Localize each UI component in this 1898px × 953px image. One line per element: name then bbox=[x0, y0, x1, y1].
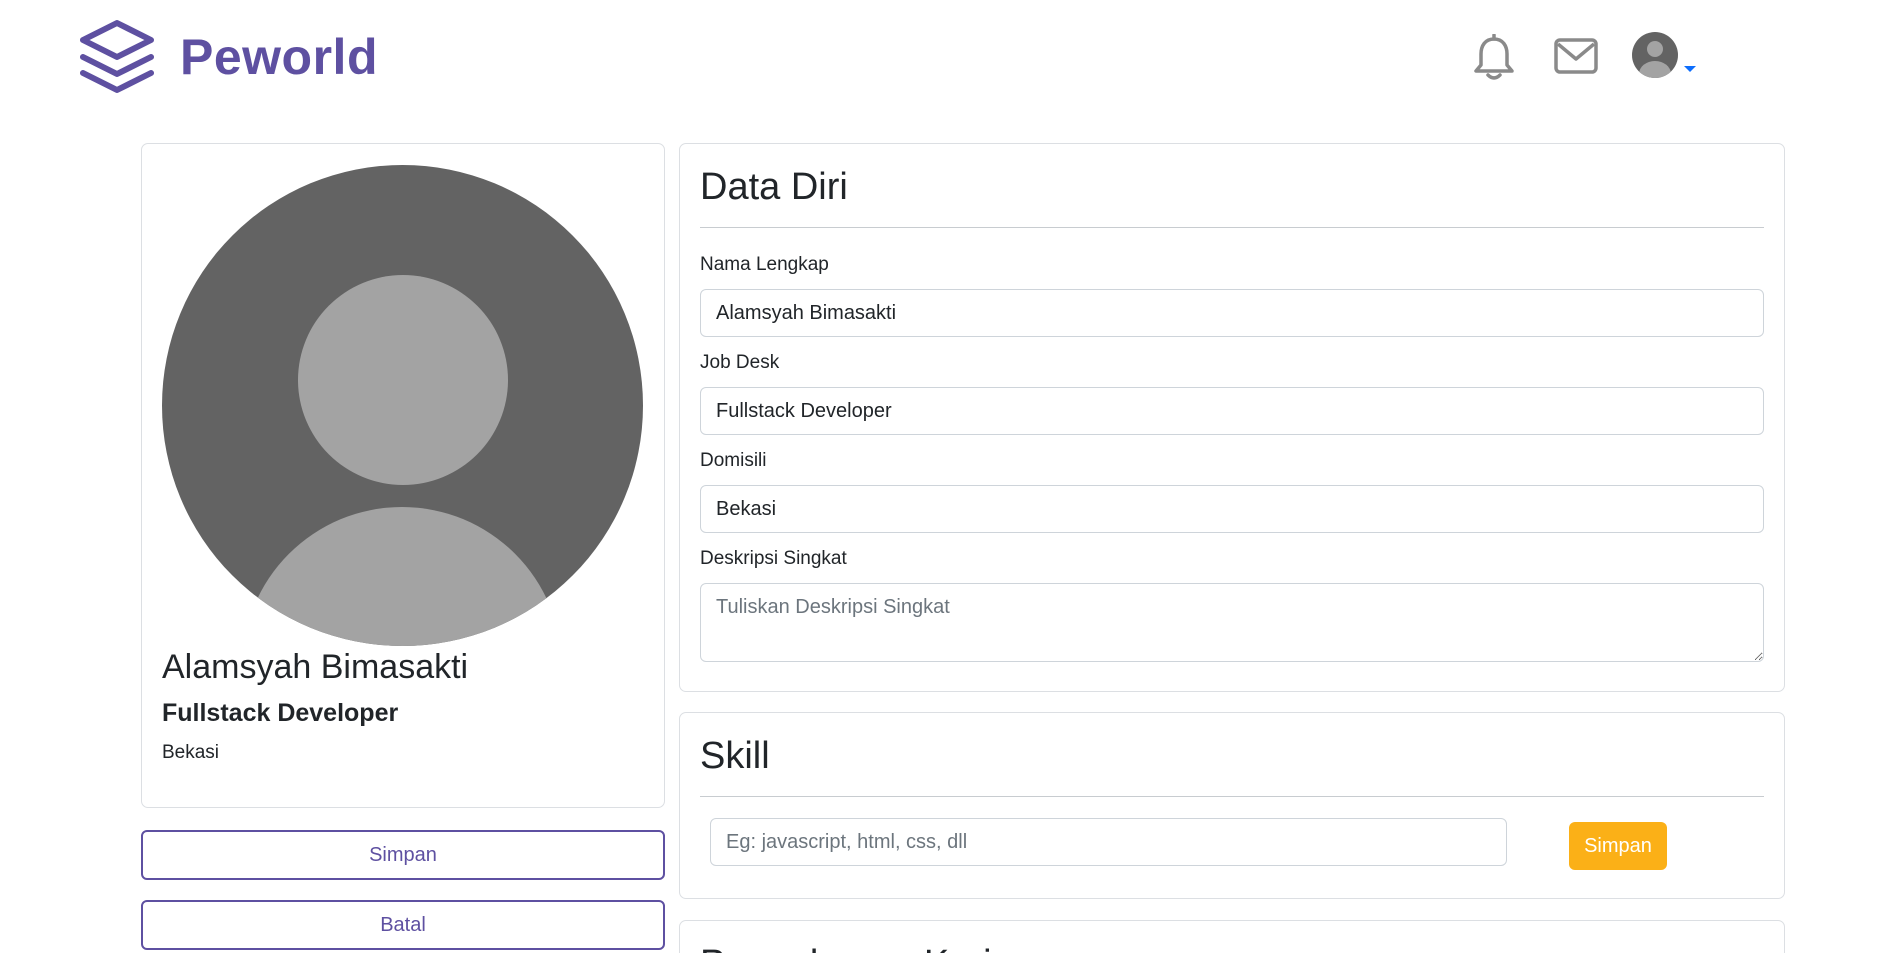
description-textarea[interactable] bbox=[700, 583, 1764, 662]
description-label: Deskripsi Singkat bbox=[700, 548, 847, 569]
profile-job: Fullstack Developer bbox=[162, 699, 399, 727]
cancel-button[interactable]: Batal bbox=[141, 900, 665, 950]
name-input[interactable] bbox=[700, 289, 1764, 337]
name-label: Nama Lengkap bbox=[700, 254, 829, 275]
divider bbox=[700, 796, 1764, 797]
top-navbar: Peworld bbox=[0, 0, 1898, 120]
job-label: Job Desk bbox=[700, 352, 780, 373]
user-avatar-icon bbox=[1632, 32, 1678, 78]
skill-title: Skill bbox=[700, 735, 770, 777]
job-input[interactable] bbox=[700, 387, 1764, 435]
brand-name: Peworld bbox=[180, 29, 378, 85]
skill-input[interactable] bbox=[710, 818, 1507, 866]
mail-icon[interactable] bbox=[1553, 36, 1599, 78]
profile-name: Alamsyah Bimasakti bbox=[162, 648, 469, 686]
bell-icon[interactable] bbox=[1472, 34, 1516, 82]
domisili-label: Domisili bbox=[700, 450, 767, 471]
experience-title: Pengalaman Kerja bbox=[700, 943, 1013, 953]
chevron-down-icon bbox=[1684, 66, 1696, 72]
experience-card: Pengalaman Kerja bbox=[679, 920, 1785, 953]
brand-logo[interactable]: Peworld bbox=[78, 18, 378, 96]
domisili-input[interactable] bbox=[700, 485, 1764, 533]
save-skill-button[interactable]: Simpan bbox=[1569, 822, 1667, 870]
save-button[interactable]: Simpan bbox=[141, 830, 665, 880]
divider bbox=[700, 227, 1764, 228]
profile-city: Bekasi bbox=[162, 742, 220, 763]
user-menu-toggle[interactable] bbox=[1632, 32, 1702, 84]
layers-logo-icon bbox=[80, 20, 154, 93]
skill-card bbox=[679, 712, 1785, 899]
data-diri-title: Data Diri bbox=[700, 166, 848, 208]
profile-avatar[interactable] bbox=[162, 165, 643, 646]
